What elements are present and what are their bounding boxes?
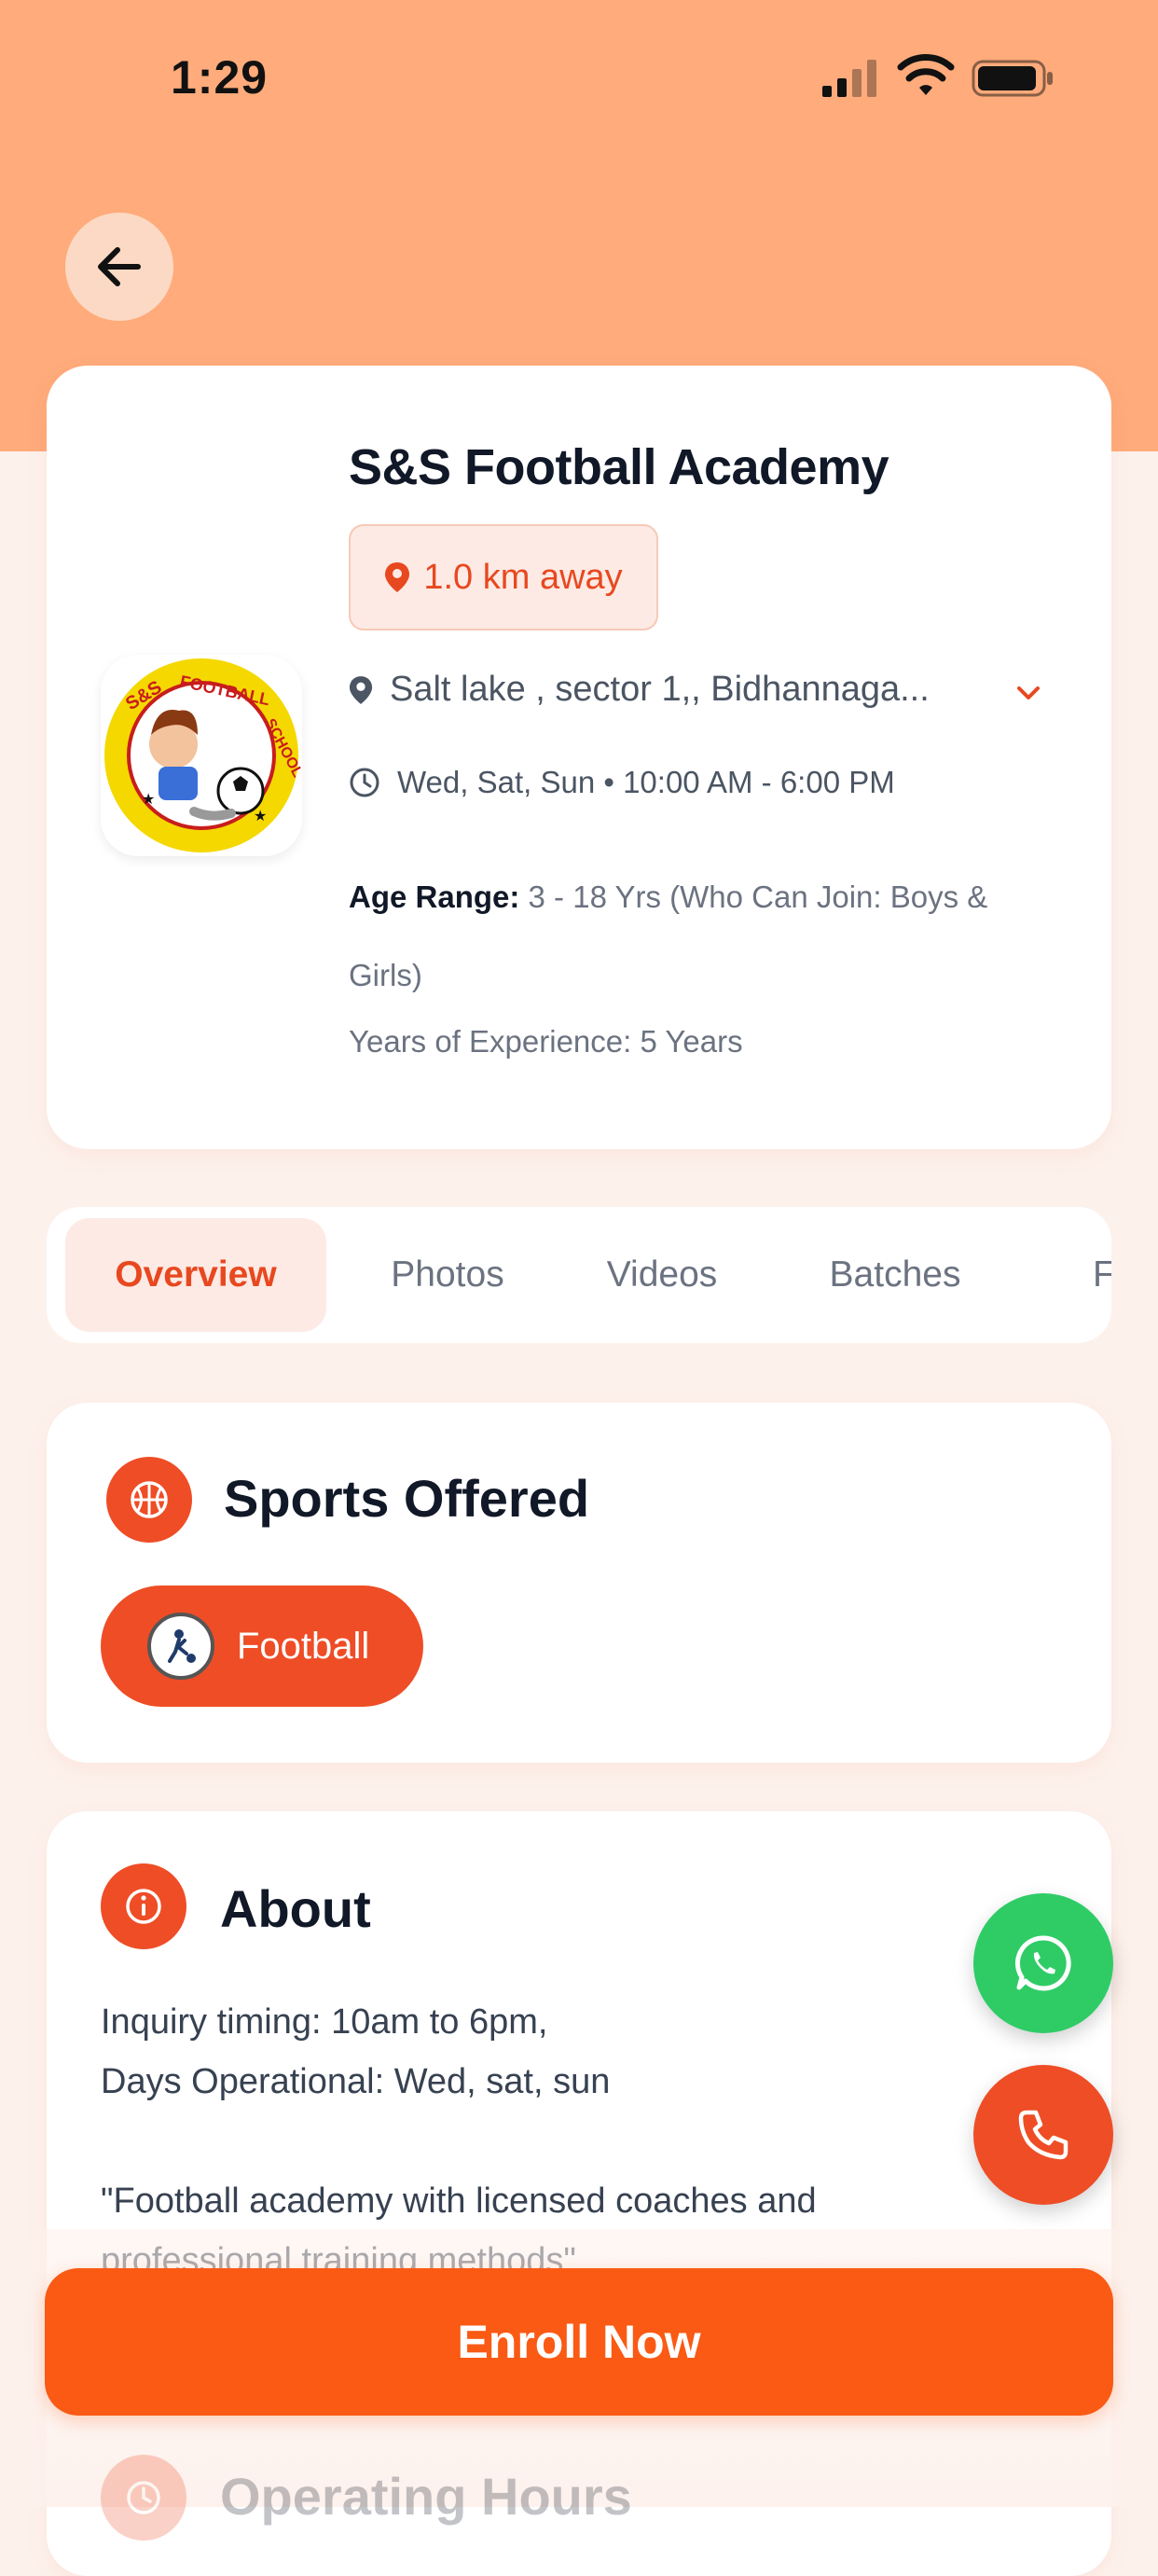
svg-text:★: ★ bbox=[254, 807, 267, 824]
battery-icon bbox=[972, 60, 1053, 97]
sports-offered-title: Sports Offered bbox=[224, 1469, 590, 1528]
status-time: 1:29 bbox=[171, 51, 269, 104]
whatsapp-button[interactable] bbox=[973, 1893, 1113, 2033]
wifi-icon bbox=[897, 54, 955, 95]
age-range: Age Range: 3 - 18 Yrs (Who Can Join: Boy… bbox=[349, 858, 1067, 1015]
map-pin-icon bbox=[349, 675, 373, 704]
tab-overview[interactable]: Overview bbox=[65, 1218, 326, 1332]
basketball-icon bbox=[106, 1457, 192, 1543]
arrow-left-icon bbox=[98, 247, 141, 286]
tab-videos[interactable]: Videos bbox=[569, 1218, 755, 1332]
schedule-text: Wed, Sat, Sun • 10:00 AM - 6:00 PM bbox=[397, 765, 895, 799]
chevron-down-icon[interactable] bbox=[1014, 679, 1042, 707]
academy-name: S&S Football Academy bbox=[349, 439, 889, 495]
about-title: About bbox=[220, 1879, 371, 1938]
football-player-icon bbox=[147, 1613, 214, 1680]
tab-bar: Overview Photos Videos Batches F bbox=[47, 1207, 1111, 1343]
address-text: Salt lake , sector 1,, Bidhannaga... bbox=[390, 670, 930, 709]
status-bar: 1:29 bbox=[0, 0, 1158, 159]
call-button[interactable] bbox=[973, 2065, 1113, 2205]
academy-logo: S&S FOOTBALL SCHOOL ★ ★ bbox=[101, 655, 302, 856]
years-of-experience: Years of Experience: 5 Years bbox=[349, 1024, 743, 1059]
whatsapp-icon bbox=[1014, 1935, 1071, 1991]
signal-icon bbox=[822, 60, 876, 97]
sports-offered-card bbox=[47, 1403, 1111, 1763]
tab-next[interactable]: F bbox=[1093, 1218, 1111, 1332]
info-icon bbox=[101, 1863, 186, 1949]
clock-icon bbox=[350, 768, 379, 797]
address-row[interactable]: Salt lake , sector 1,, Bidhannaga... bbox=[349, 670, 930, 710]
sport-chip-label: Football bbox=[237, 1625, 370, 1667]
tab-batches[interactable]: Batches bbox=[793, 1218, 998, 1332]
phone-icon bbox=[1018, 2110, 1068, 2160]
map-pin-icon bbox=[385, 562, 410, 592]
age-range-label: Age Range: bbox=[349, 879, 520, 914]
back-button[interactable] bbox=[65, 213, 173, 321]
operating-hours-title: Operating Hours bbox=[220, 2467, 632, 2526]
distance-label: 1.0 km away bbox=[423, 557, 623, 597]
distance-badge: 1.0 km away bbox=[349, 524, 658, 630]
schedule-row: Wed, Sat, Sun • 10:00 AM - 6:00 PM bbox=[349, 765, 895, 800]
sport-chip-football[interactable]: Football bbox=[101, 1586, 423, 1707]
tab-photos[interactable]: Photos bbox=[354, 1218, 541, 1332]
enroll-now-button[interactable]: Enroll Now bbox=[45, 2268, 1113, 2416]
svg-text:★: ★ bbox=[142, 790, 155, 808]
clock-icon bbox=[101, 2455, 186, 2541]
